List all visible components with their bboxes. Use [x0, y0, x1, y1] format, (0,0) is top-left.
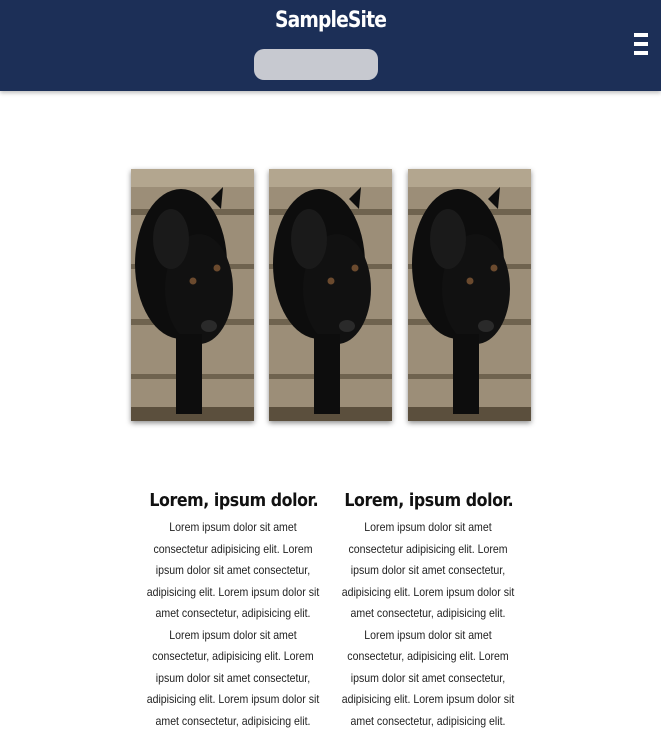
search-input[interactable] [254, 49, 378, 80]
dog-photo [408, 169, 531, 421]
menu-bar-line [634, 42, 648, 46]
dog-photo [131, 169, 254, 421]
menu-bar-line [634, 51, 648, 55]
site-title[interactable]: SampleSite [50, 8, 612, 33]
dog-image[interactable] [408, 169, 531, 421]
article-card: Lorem, ipsum dolor. Lorem ipsum dolor si… [138, 490, 328, 732]
dog-image[interactable] [269, 169, 392, 421]
article-body: Lorem ipsum dolor sit amet consectetur a… [146, 520, 320, 728]
article-body: Lorem ipsum dolor sit amet consectetur a… [341, 520, 515, 728]
article-card: Lorem, ipsum dolor. Lorem ipsum dolor si… [333, 490, 523, 732]
hamburger-menu-icon[interactable] [634, 33, 648, 55]
dog-image[interactable] [131, 169, 254, 421]
article-heading: Lorem, ipsum dolor. [344, 490, 514, 511]
menu-bar-line [634, 33, 648, 37]
article-heading: Lorem, ipsum dolor. [149, 490, 319, 511]
site-header: SampleSite [0, 0, 661, 91]
dog-photo [269, 169, 392, 421]
